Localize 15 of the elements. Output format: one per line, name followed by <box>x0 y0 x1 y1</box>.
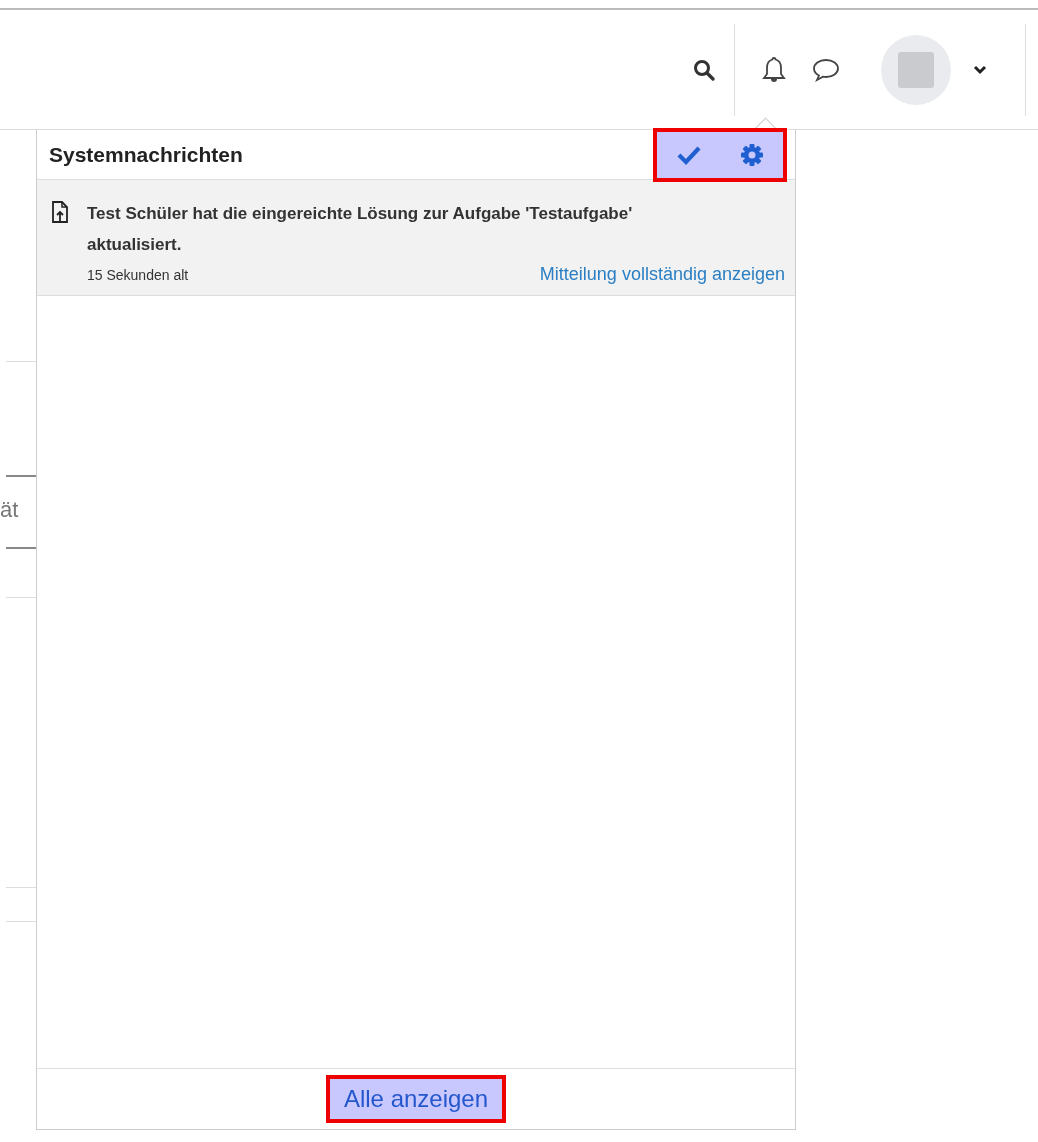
page-text-fragment: ät <box>0 496 20 524</box>
settings-button[interactable] <box>720 127 787 182</box>
notification-message: Test Schüler hat die eingereichte Lösung zur Aufgabe 'Testaufgabe' aktualisiert. <box>87 203 634 256</box>
panel-title: Systemnachrichten <box>49 142 243 167</box>
mark-all-read-button[interactable] <box>653 127 720 182</box>
search-icon[interactable] <box>692 57 716 82</box>
view-all-button[interactable]: Alle anzeigen <box>325 1075 507 1123</box>
view-full-link[interactable]: Mitteilung vollständig anzeigen <box>539 264 785 285</box>
notification-time: 15 Sekunden alt <box>87 267 189 283</box>
notification-item[interactable]: Test Schüler hat die eingereichte Lösung zur Aufgabe 'Testaufgabe' aktualisiert. 15 Sekunden alt Mitteilung vollständig anzeigen <box>37 180 795 296</box>
caret-icon[interactable] <box>973 64 987 75</box>
file-upload-icon <box>51 200 69 224</box>
check-icon <box>676 144 701 165</box>
bell-icon[interactable] <box>761 54 787 85</box>
chat-icon[interactable] <box>811 56 841 83</box>
